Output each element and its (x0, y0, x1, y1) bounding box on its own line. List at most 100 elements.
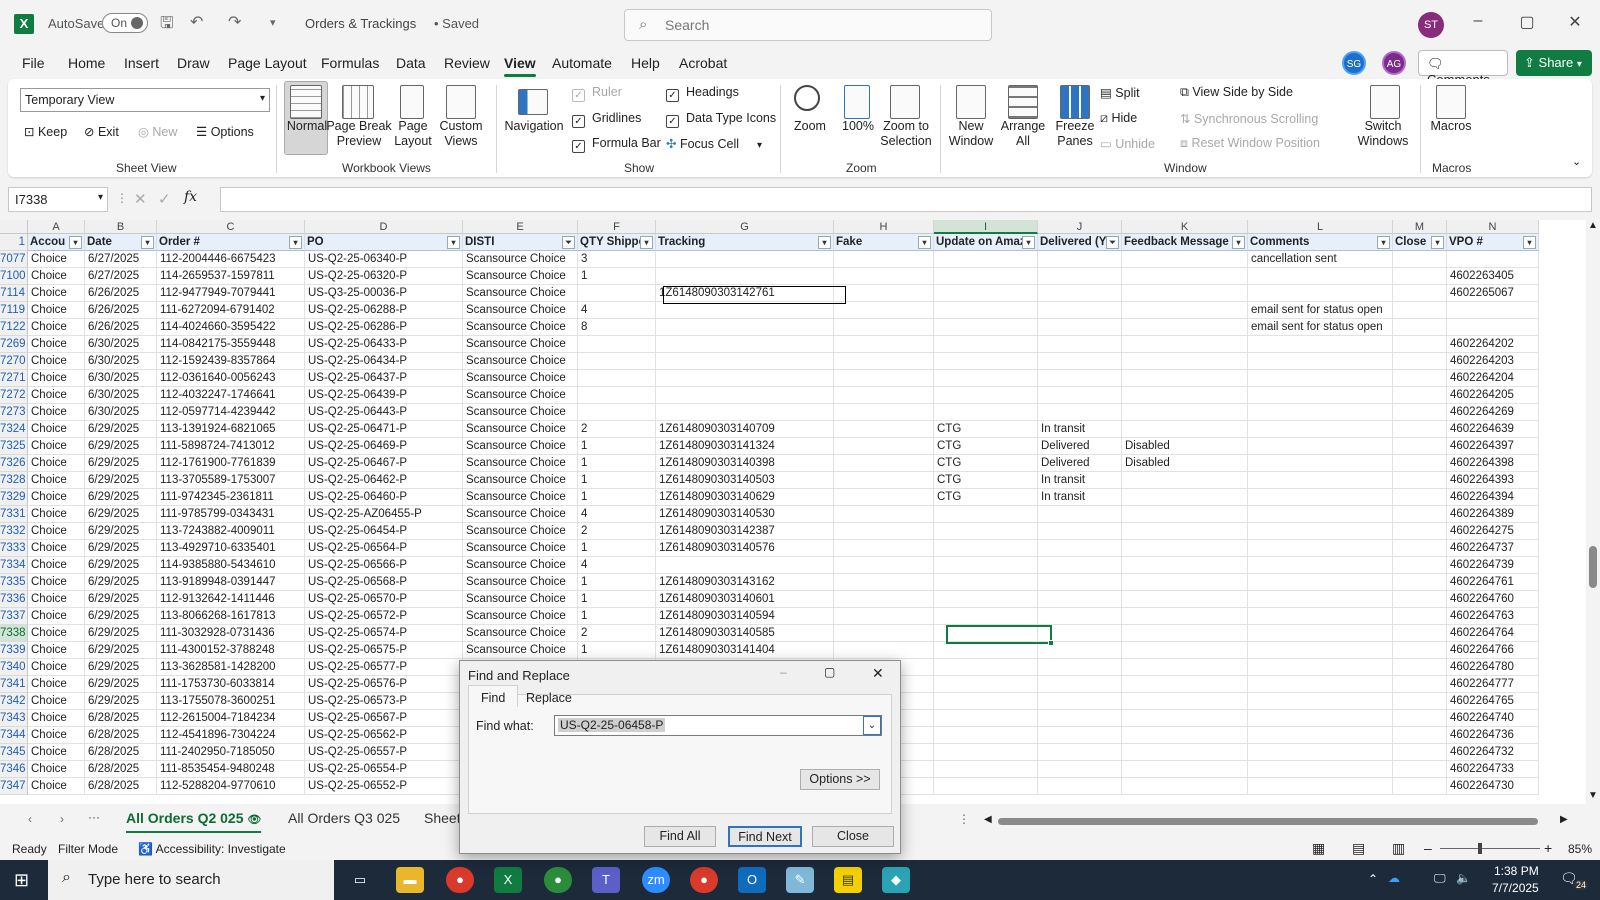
row-number[interactable]: 7345 (0, 744, 28, 761)
table-cell[interactable]: Choice (28, 778, 85, 795)
table-cell[interactable]: 4602264737 (1447, 540, 1539, 557)
table-cell[interactable]: 112-1761900-7761839 (157, 455, 305, 472)
zoom-app-icon[interactable]: zm (642, 867, 670, 893)
table-cell[interactable]: Choice (28, 353, 85, 370)
table-cell[interactable] (934, 727, 1038, 744)
table-cell[interactable] (1038, 404, 1122, 421)
table-cell[interactable]: Scansource Choice (463, 455, 578, 472)
column-header-H[interactable]: H (834, 220, 934, 234)
sticky-notes-icon[interactable]: ▤ (834, 867, 862, 893)
table-cell[interactable] (934, 387, 1038, 404)
table-cell[interactable]: 4602264760 (1447, 591, 1539, 608)
table-cell[interactable] (1393, 540, 1447, 557)
table-cell[interactable]: Scansource Choice (463, 472, 578, 489)
table-cell[interactable] (1248, 608, 1393, 625)
table-cell[interactable] (1393, 336, 1447, 353)
table-cell[interactable]: 6/29/2025 (85, 659, 157, 676)
table-cell[interactable]: 1Z6148090303140503 (656, 472, 834, 489)
focus-cell-button[interactable]: ✣ Focus Cell ▾ (666, 136, 762, 151)
navigation-button[interactable]: Navigation (504, 119, 564, 134)
scroll-down-icon[interactable]: ▼ (1588, 790, 1598, 801)
table-cell[interactable]: 114-4024660-3595422 (157, 319, 305, 336)
table-cell[interactable]: 4602264202 (1447, 336, 1539, 353)
table-cell[interactable]: US-Q2-25-06566-P (305, 557, 463, 574)
dialog-minimize-icon[interactable]: – (780, 665, 787, 679)
table-cell[interactable] (1038, 778, 1122, 795)
table-cell[interactable] (1393, 642, 1447, 659)
table-cell[interactable] (1038, 710, 1122, 727)
table-cell[interactable] (1122, 336, 1248, 353)
row-number[interactable]: 7271 (0, 370, 28, 387)
filter-dropdown-icon[interactable]: ▾ (1232, 236, 1245, 249)
sheet-tab-sheet[interactable]: Sheet (424, 810, 461, 826)
table-cell[interactable] (1248, 557, 1393, 574)
table-cell[interactable]: 4602264766 (1447, 642, 1539, 659)
table-cell[interactable] (1248, 676, 1393, 693)
table-cell[interactable]: 1Z6148090303140530 (656, 506, 834, 523)
row-number[interactable]: 7122 (0, 319, 28, 336)
table-cell[interactable]: Choice (28, 710, 85, 727)
table-cell[interactable]: 4602263405 (1447, 268, 1539, 285)
table-cell[interactable] (834, 387, 934, 404)
arrange-all-button[interactable]: Arrange All (998, 119, 1048, 149)
autosave-toggle[interactable]: On (102, 13, 148, 33)
table-cell[interactable] (1122, 557, 1248, 574)
column-header-B[interactable]: B (85, 220, 157, 234)
table-cell[interactable]: 6/28/2025 (85, 744, 157, 761)
teams-icon[interactable]: T (592, 867, 620, 893)
table-cell[interactable] (834, 421, 934, 438)
table-cell[interactable]: 2 (578, 625, 656, 642)
table-cell[interactable]: Choice (28, 727, 85, 744)
table-cell[interactable]: 4602264733 (1447, 761, 1539, 778)
windows-start-icon[interactable]: ⊞ (14, 870, 29, 891)
table-cell[interactable] (934, 540, 1038, 557)
table-cell[interactable]: CTG (934, 489, 1038, 506)
table-cell[interactable] (578, 285, 656, 302)
table-cell[interactable] (1248, 268, 1393, 285)
table-cell[interactable]: 114-9385880-5434610 (157, 557, 305, 574)
table-cell[interactable]: 4602264777 (1447, 676, 1539, 693)
table-cell[interactable]: Scansource Choice (463, 421, 578, 438)
table-cell[interactable]: 1 (578, 574, 656, 591)
table-cell[interactable] (1393, 608, 1447, 625)
table-cell[interactable] (934, 336, 1038, 353)
row-number[interactable]: 7273 (0, 404, 28, 421)
chrome-alt-icon[interactable]: ● (690, 867, 718, 893)
table-cell[interactable]: Choice (28, 574, 85, 591)
table-cell[interactable] (1393, 438, 1447, 455)
table-cell[interactable]: Scansource Choice (463, 523, 578, 540)
table-cell[interactable] (934, 693, 1038, 710)
table-cell[interactable] (934, 710, 1038, 727)
active-cell-outline[interactable] (946, 625, 1052, 644)
menu-automate[interactable]: Automate (552, 55, 612, 71)
save-icon[interactable]: 🖫 (160, 12, 174, 39)
tab-options-icon[interactable]: ⋮ (958, 812, 970, 826)
table-cell[interactable] (1038, 336, 1122, 353)
table-cell[interactable]: US-Q2-25-06567-P (305, 710, 463, 727)
table-cell[interactable] (1122, 710, 1248, 727)
table-cell[interactable] (1038, 761, 1122, 778)
table-cell[interactable] (1248, 523, 1393, 540)
table-cell[interactable]: 6/28/2025 (85, 761, 157, 778)
table-cell[interactable] (934, 353, 1038, 370)
data-type-icons-checkbox[interactable]: ✓ Data Type Icons (666, 111, 776, 128)
table-cell[interactable] (1122, 506, 1248, 523)
scroll-up-icon[interactable]: ▲ (1588, 220, 1598, 231)
table-cell[interactable] (1248, 438, 1393, 455)
table-cell[interactable]: 111-2402950-7185050 (157, 744, 305, 761)
table-cell[interactable]: 114-2659537-1597811 (157, 268, 305, 285)
table-cell[interactable] (834, 404, 934, 421)
table-cell[interactable]: email sent for status open (1248, 302, 1393, 319)
collaborator-avatar-sg[interactable]: SG (1342, 51, 1366, 75)
table-cell[interactable]: 6/26/2025 (85, 285, 157, 302)
table-cell[interactable]: Choice (28, 523, 85, 540)
split-button[interactable]: ▤ Split (1100, 85, 1140, 100)
table-cell[interactable]: 4602264739 (1447, 557, 1539, 574)
table-cell[interactable] (934, 523, 1038, 540)
table-cell[interactable]: Choice (28, 438, 85, 455)
table-cell[interactable]: 1 (578, 642, 656, 659)
filter-dropdown-icon[interactable]: ▾ (818, 236, 831, 249)
table-cell[interactable] (934, 659, 1038, 676)
table-cell[interactable]: Scansource Choice (463, 336, 578, 353)
table-cell[interactable] (834, 591, 934, 608)
